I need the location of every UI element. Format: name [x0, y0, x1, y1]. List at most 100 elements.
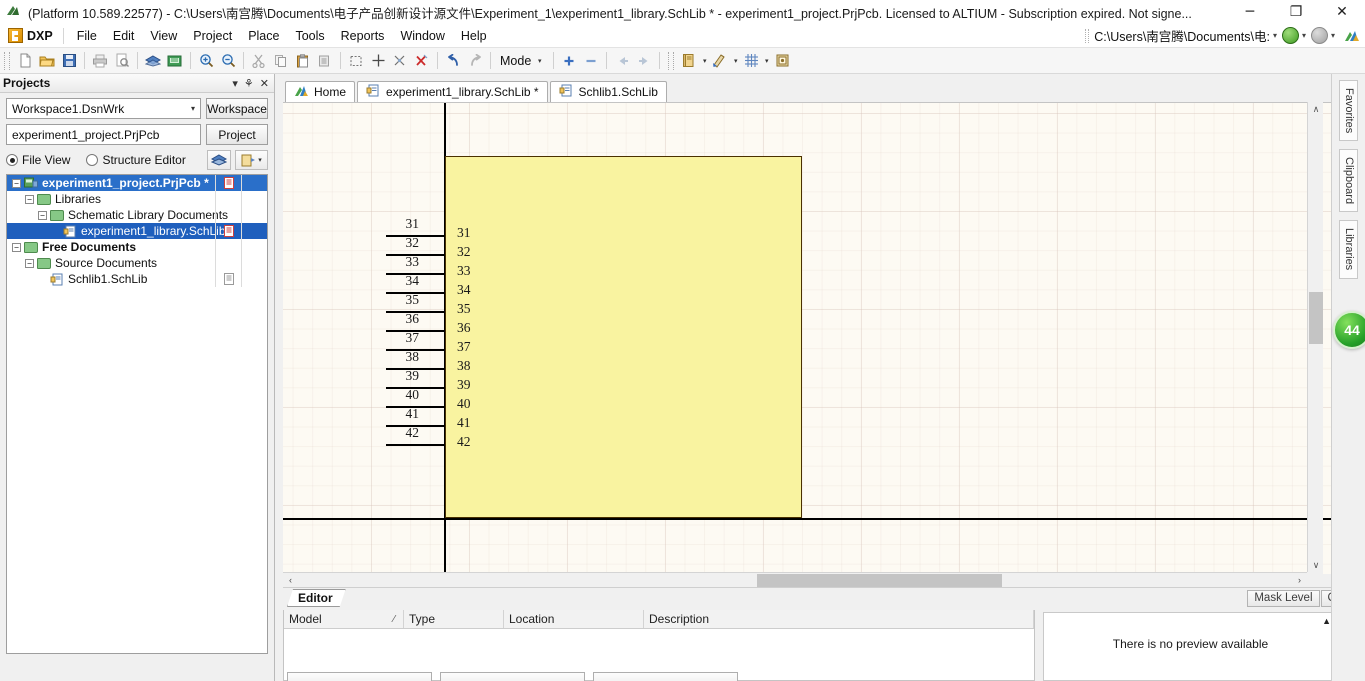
- zoom-out-icon[interactable]: [217, 50, 239, 72]
- add-model-button[interactable]: [287, 672, 432, 681]
- mask-level-button[interactable]: Mask Level: [1247, 589, 1320, 607]
- menu-item-reports[interactable]: Reports: [333, 26, 393, 46]
- align-tools-icon[interactable]: [389, 50, 411, 72]
- paste-icon[interactable]: [292, 50, 314, 72]
- column-header-model[interactable]: Model ⁄: [284, 610, 404, 628]
- file-view-radio[interactable]: [6, 154, 18, 166]
- nav-forward-button[interactable]: [1310, 27, 1328, 44]
- open-pcb-icon[interactable]: [142, 50, 164, 72]
- pin-line[interactable]: [386, 444, 445, 446]
- nav-forward-caret-icon[interactable]: ▾: [1331, 31, 1335, 40]
- next-component-icon[interactable]: [633, 50, 655, 72]
- drawing-tools-caret-icon[interactable]: ▾: [731, 57, 740, 65]
- home-icon[interactable]: [1343, 28, 1361, 44]
- canvas-horizontal-scrollbar[interactable]: ‹ ›: [283, 572, 1307, 587]
- tree-node-libraries[interactable]: − Libraries: [7, 191, 267, 207]
- prev-component-icon[interactable]: [611, 50, 633, 72]
- print-preview-icon[interactable]: [111, 50, 133, 72]
- select-area-icon[interactable]: [345, 50, 367, 72]
- redo-icon[interactable]: [464, 50, 486, 72]
- workspace-combo[interactable]: Workspace1.DsnWrk ▾: [6, 98, 201, 119]
- remove-model-button[interactable]: [440, 672, 585, 681]
- menu-item-place[interactable]: Place: [240, 26, 287, 46]
- horizontal-scroll-thumb[interactable]: [757, 574, 1002, 587]
- workspace-button[interactable]: Workspace: [206, 98, 268, 119]
- project-options-icon[interactable]: ▾: [235, 150, 268, 170]
- menu-item-help[interactable]: Help: [453, 26, 495, 46]
- place-part-icon[interactable]: [678, 50, 700, 72]
- move-selection-icon[interactable]: [367, 50, 389, 72]
- expander-icon[interactable]: −: [12, 178, 21, 188]
- toolbar-grip-handle[interactable]: [4, 51, 10, 70]
- clear-selection-icon[interactable]: [411, 50, 433, 72]
- menu-item-tools[interactable]: Tools: [287, 26, 332, 46]
- tab-home[interactable]: Home: [285, 81, 356, 102]
- structure-editor-radio[interactable]: [86, 154, 99, 166]
- nav-back-caret-icon[interactable]: ▾: [1302, 31, 1306, 40]
- dock-tab-clipboard[interactable]: Clipboard: [1339, 149, 1358, 213]
- tree-node-experiment1-library[interactable]: experiment1_library.SchLib *: [7, 223, 267, 239]
- notification-badge[interactable]: 44: [1333, 311, 1365, 349]
- menu-item-view[interactable]: View: [142, 26, 185, 46]
- project-button[interactable]: Project: [206, 124, 268, 145]
- edit-model-button[interactable]: [593, 672, 738, 681]
- tree-node-schematic-library-documents[interactable]: − Schematic Library Documents: [7, 207, 267, 223]
- cut-icon[interactable]: [248, 50, 270, 72]
- new-document-icon[interactable]: [14, 50, 36, 72]
- tab-schlib1[interactable]: Schlib1.SchLib: [549, 81, 667, 102]
- project-tree[interactable]: − experiment1_project.PrjPcb * − Librari…: [6, 174, 268, 654]
- path-dropdown-caret-icon[interactable]: ▾: [1273, 31, 1277, 40]
- tree-node-schlib1[interactable]: Schlib1.SchLib: [7, 271, 267, 287]
- tree-node-source-documents[interactable]: − Source Documents: [7, 255, 267, 271]
- column-header-location[interactable]: Location: [504, 610, 644, 628]
- menu-item-file[interactable]: File: [69, 26, 105, 46]
- toolbar-grip[interactable]: [1085, 28, 1090, 43]
- close-button[interactable]: ✕: [1319, 0, 1365, 24]
- place-ieee-icon[interactable]: [771, 50, 793, 72]
- column-header-type[interactable]: Type: [404, 610, 504, 628]
- workspace-caret-icon[interactable]: ▾: [191, 104, 198, 113]
- undo-icon[interactable]: [442, 50, 464, 72]
- file-view-label[interactable]: File View: [22, 153, 70, 167]
- column-header-description[interactable]: Description: [644, 610, 1034, 628]
- structure-editor-label[interactable]: Structure Editor: [102, 153, 185, 167]
- tree-node-project[interactable]: − experiment1_project.PrjPcb *: [7, 175, 267, 191]
- scroll-right-arrow-icon[interactable]: ›: [1292, 573, 1307, 588]
- open-library-icon[interactable]: [164, 50, 186, 72]
- canvas-vertical-scrollbar[interactable]: ∧ ∨: [1307, 102, 1323, 574]
- zoom-in-icon[interactable]: [195, 50, 217, 72]
- chevron-down-icon[interactable]: ▾: [232, 77, 238, 90]
- project-combo[interactable]: experiment1_project.PrjPcb: [6, 124, 201, 145]
- menu-item-edit[interactable]: Edit: [105, 26, 143, 46]
- expander-icon[interactable]: −: [25, 194, 34, 204]
- expander-icon[interactable]: −: [25, 258, 34, 268]
- toolbar-grip-handle-2[interactable]: [668, 51, 675, 70]
- minimize-button[interactable]: ─: [1227, 0, 1273, 24]
- remove-pin-icon[interactable]: [580, 50, 602, 72]
- drawing-tools-icon[interactable]: [709, 50, 731, 72]
- vertical-scroll-thumb[interactable]: [1309, 292, 1323, 344]
- grid-options-icon[interactable]: [740, 50, 762, 72]
- expander-icon[interactable]: −: [38, 210, 47, 220]
- dock-tab-libraries[interactable]: Libraries: [1339, 220, 1358, 279]
- dxp-menu-button[interactable]: DXP: [6, 27, 58, 44]
- model-grid[interactable]: Model ⁄ Type Location Description: [283, 610, 1035, 681]
- nav-back-button[interactable]: [1281, 27, 1299, 44]
- pin-icon[interactable]: ⚘: [244, 77, 254, 90]
- preview-collapse-caret-icon[interactable]: ▲: [1322, 616, 1331, 626]
- grid-options-caret-icon[interactable]: ▾: [762, 57, 771, 65]
- mode-dropdown-caret-icon[interactable]: ▾: [535, 57, 544, 65]
- maximize-button[interactable]: ❐: [1273, 0, 1319, 24]
- menu-item-window[interactable]: Window: [392, 26, 452, 46]
- dock-tab-favorites[interactable]: Favorites: [1339, 80, 1358, 142]
- close-icon[interactable]: ✕: [260, 77, 269, 90]
- print-icon[interactable]: [89, 50, 111, 72]
- project-settings-icon[interactable]: [207, 150, 231, 170]
- tab-editor[interactable]: Editor: [287, 589, 346, 607]
- add-pin-icon[interactable]: [558, 50, 580, 72]
- component-body-rectangle[interactable]: [445, 156, 802, 518]
- paste-special-icon[interactable]: [314, 50, 336, 72]
- schematic-canvas[interactable]: 31 31 32 32 33 33 34 34 35 35 36 36 37 3…: [283, 102, 1331, 574]
- tab-experiment1-library[interactable]: experiment1_library.SchLib *: [357, 81, 548, 102]
- place-part-caret-icon[interactable]: ▾: [700, 57, 709, 65]
